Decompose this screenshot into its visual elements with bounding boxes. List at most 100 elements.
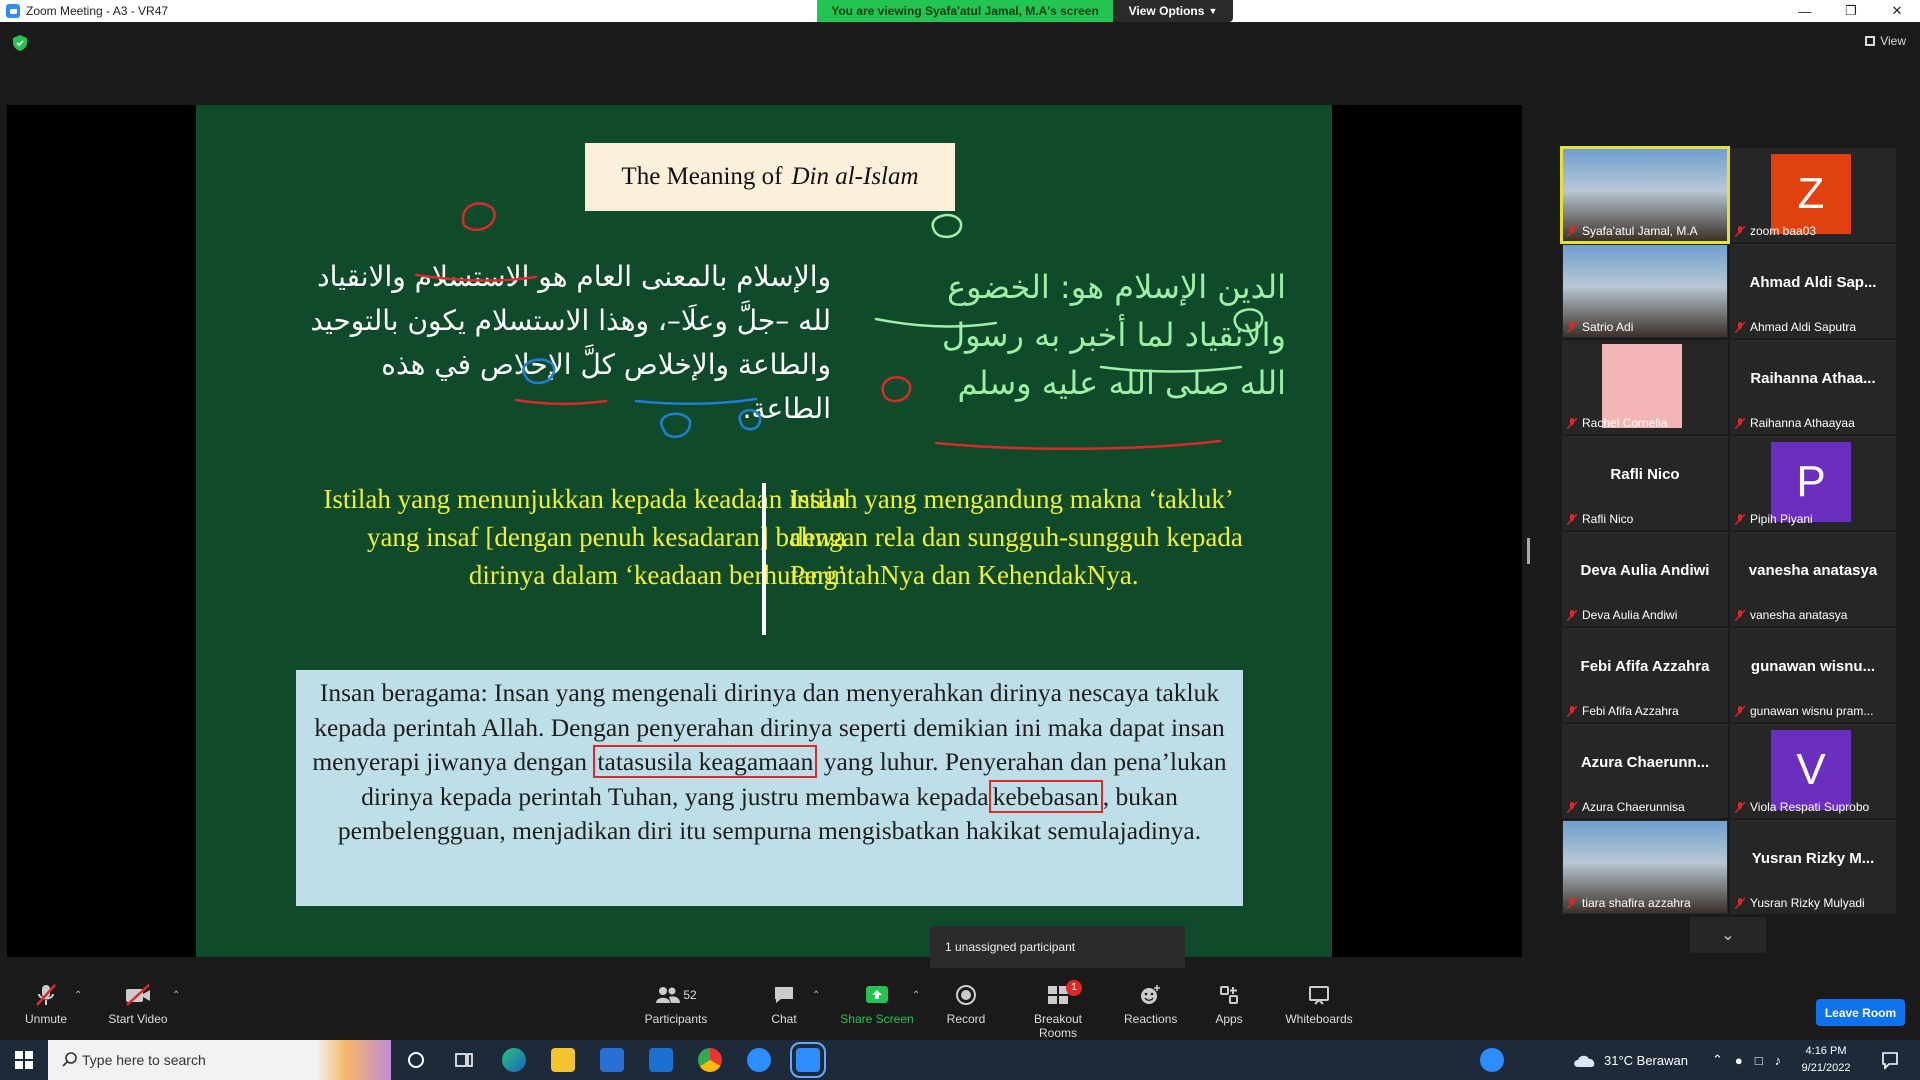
participants-icon (656, 987, 681, 1003)
clock-time: 4:16 PM (1805, 1045, 1847, 1057)
definition-right: Istilah yang mengandung makna ‘takluk’ d… (790, 484, 1243, 590)
gallery-next-page-button[interactable]: ⌄ (1690, 917, 1766, 953)
apps-button[interactable]: Apps (1212, 982, 1246, 1026)
start-video-button[interactable]: Start Video (104, 982, 172, 1026)
cortana-icon[interactable] (404, 1048, 428, 1072)
participants-label: Participants (644, 1012, 708, 1026)
breakout-rooms-button[interactable]: 1 Breakout Rooms (1014, 980, 1102, 1040)
participant-tile[interactable]: tiara shafira azzahra (1562, 820, 1728, 914)
microsoft-store-icon[interactable] (600, 1048, 624, 1072)
participant-display-name: Yusran Rizky M... (1751, 850, 1875, 867)
video-options-caret[interactable]: ⌃ (172, 990, 180, 1001)
record-button[interactable]: Record (946, 982, 986, 1026)
participant-tile[interactable]: vanesha anatasya vanesha anatasya (1730, 532, 1896, 626)
unassigned-participant-tooltip: 1 unassigned participant (930, 926, 1185, 968)
avatar: Z (1771, 154, 1851, 234)
participant-tile[interactable]: P Pipih Piyani (1730, 436, 1896, 530)
meeting-area: View The Meaning of Din al-Islam والإسلا… (0, 22, 1920, 972)
mail-icon[interactable] (649, 1048, 673, 1072)
participants-button[interactable]: 52 Participants (640, 982, 712, 1026)
participant-display-name: Deva Aulia Andiwi (1580, 562, 1710, 579)
view-button[interactable]: View (1865, 34, 1906, 48)
share-screen-label: Share Screen (840, 1012, 914, 1026)
close-button[interactable]: ✕ (1874, 0, 1920, 22)
task-view-icon[interactable] (452, 1048, 476, 1072)
taskbar-clock[interactable]: 4:16 PM 9/21/2022 (1794, 1043, 1858, 1077)
participant-name-label: tiara shafira azzahra (1582, 896, 1691, 910)
presentation-slide: The Meaning of Din al-Islam والإسلام بال… (196, 105, 1332, 957)
video-off-icon (104, 982, 172, 1008)
participant-name-label: Febi Afifa Azzahra (1582, 704, 1679, 718)
participant-tile[interactable]: Rafli Nico Rafli Nico (1562, 436, 1728, 530)
participant-tile[interactable]: Ahmad Aldi Sap... Ahmad Aldi Saputra (1730, 244, 1896, 338)
cloud-icon (1574, 1055, 1595, 1067)
unmute-label: Unmute (24, 1012, 68, 1026)
audio-options-caret[interactable]: ⌃ (74, 990, 82, 1001)
participant-name-label: gunawan wisnu pram... (1750, 704, 1874, 718)
participant-tile[interactable]: Satrio Adi (1562, 244, 1728, 338)
participant-tile[interactable]: Deva Aulia Andiwi Deva Aulia Andiwi (1562, 532, 1728, 626)
window-title: Zoom Meeting - A3 - VR47 (26, 4, 169, 18)
participants-icon-row: 52 (640, 982, 712, 1008)
taskbar-search-box[interactable]: Type here to search (48, 1040, 391, 1080)
chevron-up-icon[interactable]: ⌃ (1712, 1052, 1723, 1068)
participants-count: 52 (683, 988, 697, 1002)
notifications-icon[interactable] (1878, 1048, 1902, 1072)
minimize-button[interactable]: — (1782, 0, 1828, 22)
volume-icon[interactable]: ♪ (1775, 1053, 1782, 1068)
chevron-down-icon: ⌄ (1721, 927, 1735, 944)
participant-name-label: Pipih Piyani (1750, 512, 1813, 526)
participant-tile[interactable]: Syafa'atul Jamal, M.A (1560, 146, 1730, 244)
participant-display-name: Febi Afifa Azzahra (1580, 658, 1710, 675)
help-icon[interactable] (1480, 1048, 1504, 1072)
start-button[interactable] (0, 1040, 48, 1080)
windows-logo-icon (15, 1051, 33, 1069)
participant-display-name: Ahmad Aldi Sap... (1749, 274, 1877, 291)
zoom-active-window-icon[interactable] (790, 1042, 826, 1078)
file-explorer-icon[interactable] (551, 1048, 575, 1072)
weather-widget[interactable]: 31°C Berawan (1572, 1040, 1688, 1080)
participant-tile[interactable]: gunawan wisnu... gunawan wisnu pram... (1730, 628, 1896, 722)
network-icon[interactable]: □ (1755, 1053, 1763, 1068)
avatar: V (1771, 730, 1851, 810)
whiteboard-icon (1282, 982, 1356, 1008)
view-options-button[interactable]: View Options ▼ (1113, 0, 1233, 22)
share-screen-button[interactable]: Share Screen (840, 982, 914, 1026)
system-tray: ⌃ ● □ ♪ (1712, 1040, 1781, 1080)
arabic-right-line-2: والانقياد لما أخبر به رسول (941, 316, 1286, 354)
whiteboards-label: Whiteboards (1285, 1012, 1353, 1026)
split-drag-handle[interactable] (1527, 538, 1530, 564)
participant-name-label: Ahmad Aldi Saputra (1750, 320, 1857, 334)
chat-options-caret[interactable]: ⌃ (812, 990, 820, 1001)
arabic-text-right: الدين الإسلام هو: الخضوع والانقياد لما أ… (886, 263, 1286, 407)
participant-tile[interactable]: Azura Chaerunn... Azura Chaerunnisa (1562, 724, 1728, 818)
chat-button[interactable]: Chat (766, 982, 802, 1026)
participant-tile[interactable]: Rachel Cornelia (1562, 340, 1728, 434)
participant-tile[interactable]: Yusran Rizky M... Yusran Rizky Mulyadi (1730, 820, 1896, 914)
participant-tile[interactable]: Raihanna Athaa... Raihanna Athaayaa (1730, 340, 1896, 434)
maximize-button[interactable]: ❐ (1828, 0, 1874, 22)
chrome-icon[interactable] (698, 1048, 722, 1072)
breakout-rooms-icon: 1 (1014, 980, 1102, 1008)
share-options-caret[interactable]: ⌃ (912, 990, 920, 1001)
participant-display-name: gunawan wisnu... (1750, 658, 1876, 675)
breakout-rooms-label: Breakout Rooms (1033, 1012, 1083, 1040)
muted-microphone-icon (1567, 610, 1577, 621)
unmute-button[interactable]: Unmute (20, 982, 72, 1026)
whiteboards-button[interactable]: Whiteboards (1282, 982, 1356, 1026)
shield-icon[interactable] (12, 34, 28, 52)
leave-room-button[interactable]: Leave Room (1816, 999, 1905, 1026)
muted-microphone-icon (1567, 706, 1577, 717)
participant-tile[interactable]: Zzoom baa03 (1730, 148, 1896, 242)
reactions-button[interactable]: Reactions (1124, 982, 1177, 1026)
participant-tile[interactable]: Febi Afifa Azzahra Febi Afifa Azzahra (1562, 628, 1728, 722)
record-label: Record (946, 1012, 986, 1026)
participant-name-label: Yusran Rizky Mulyadi (1750, 896, 1865, 910)
edge-icon[interactable] (502, 1048, 526, 1072)
microphone-icon[interactable]: ● (1735, 1053, 1743, 1068)
participant-tile[interactable]: V Viola Respati Suprobo (1730, 724, 1896, 818)
zoom-meetings-icon[interactable] (747, 1048, 771, 1072)
participant-display-name: Azura Chaerunn... (1580, 754, 1710, 771)
chat-label: Chat (771, 1012, 797, 1026)
red-annotation-circle-1 (461, 202, 496, 232)
